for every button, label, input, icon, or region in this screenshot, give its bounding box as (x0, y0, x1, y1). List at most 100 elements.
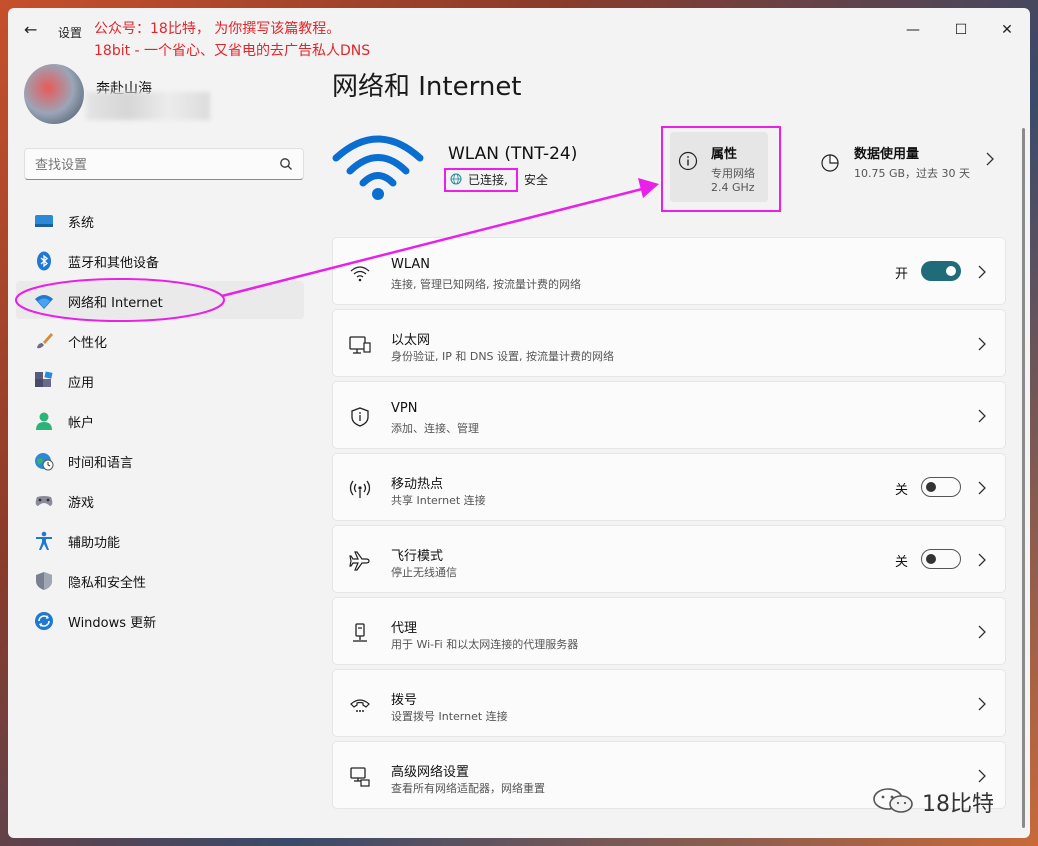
sidebar-item-gaming[interactable]: 游戏 (16, 481, 304, 519)
sidebar-item-label: 系统 (68, 216, 95, 231)
data-usage-summary: 10.75 GB，过去 30 天 (854, 167, 971, 180)
row-proxy[interactable]: 代理 用于 Wi-Fi 和以太网连接的代理服务器 (332, 597, 1006, 665)
pie-chart-icon[interactable] (820, 152, 840, 172)
row-airplane-mode[interactable]: 飞行模式 停止无线通信 关 (332, 525, 1006, 593)
toggle-knob (926, 482, 936, 492)
sidebar-item-bluetooth[interactable]: 蓝牙和其他设备 (16, 241, 304, 279)
row-title: 以太网 (391, 333, 431, 348)
airplane-mode-toggle[interactable] (921, 549, 961, 569)
chevron-right-icon[interactable] (984, 152, 996, 166)
wlan-toggle[interactable] (921, 261, 961, 281)
hotspot-toggle[interactable] (921, 477, 961, 497)
row-title: VPN (391, 401, 418, 416)
brush-icon (37, 333, 53, 349)
sidebar-item-label: 网络和 Internet (68, 296, 163, 311)
status-connected: 已连接, (468, 173, 508, 187)
row-subtitle: 查看所有网络适配器，网络重置 (391, 782, 545, 795)
sidebar-item-privacy[interactable]: 隐私和安全性 (16, 561, 304, 599)
sidebar-nav: 系统 蓝牙和其他设备 网络和 Internet 个性化 应用 帐户 时间和语言 … (16, 201, 304, 641)
vpn-shield-icon (351, 407, 369, 427)
wifi-icon (350, 266, 370, 282)
maximize-button[interactable]: ☐ (946, 16, 976, 44)
chevron-right-icon (978, 553, 986, 567)
row-vpn[interactable]: VPN 添加、连接、管理 (332, 381, 1006, 449)
advanced-network-icon (350, 767, 370, 787)
search-box[interactable] (24, 148, 304, 180)
info-icon (678, 151, 698, 171)
status-secure: 安全 (524, 173, 549, 187)
watermark-text: 18比特 (922, 792, 994, 817)
properties-title: 属性 (711, 147, 738, 162)
row-subtitle: 连接, 管理已知网络, 按流量计费的网络 (391, 278, 581, 291)
row-mobile-hotspot[interactable]: 移动热点 共享 Internet 连接 关 (332, 453, 1006, 521)
data-usage-title[interactable]: 数据使用量 (854, 143, 919, 162)
row-title: 飞行模式 (391, 549, 444, 564)
back-arrow-icon[interactable]: ← (24, 22, 40, 38)
ethernet-icon (349, 336, 371, 354)
row-dialup[interactable]: 拨号 设置拨号 Internet 连接 (332, 669, 1006, 737)
network-ssid: WLAN (TNT-24) (448, 144, 578, 164)
proxy-icon (353, 623, 367, 642)
network-settings-list: WLAN 连接, 管理已知网络, 按流量计费的网络 开 以太网 身份验证, IP… (332, 237, 1006, 813)
chevron-right-icon (978, 337, 986, 351)
shield-icon (36, 572, 52, 590)
chevron-right-icon (978, 769, 986, 783)
chevron-right-icon (978, 625, 986, 639)
row-subtitle: 添加、连接、管理 (391, 422, 479, 435)
row-wlan[interactable]: WLAN 连接, 管理已知网络, 按流量计费的网络 开 (332, 237, 1006, 305)
sidebar-item-label: 时间和语言 (68, 456, 134, 471)
row-title: 拨号 (391, 693, 418, 708)
user-email-blurred (86, 92, 210, 120)
scrollbar[interactable] (1022, 128, 1025, 828)
toggle-knob (946, 266, 956, 276)
airplane-icon (349, 551, 370, 571)
chevron-right-icon (978, 409, 986, 423)
gamepad-icon (35, 496, 53, 506)
annotation-line-1: 公众号：18比特， 为你撰写该篇教程。 (94, 21, 341, 37)
toggle-state-label: 关 (895, 483, 909, 498)
search-icon[interactable] (279, 157, 293, 171)
wifi-status-icon (332, 135, 424, 200)
sidebar-item-windows-update[interactable]: Windows 更新 (16, 601, 304, 639)
sidebar-item-accounts[interactable]: 帐户 (16, 401, 304, 439)
chevron-right-icon (978, 481, 986, 495)
wechat-icon (873, 788, 913, 813)
sidebar-item-label: 应用 (68, 376, 95, 391)
bluetooth-icon (37, 251, 51, 271)
sidebar-item-apps[interactable]: 应用 (16, 361, 304, 399)
sidebar-item-label: 帐户 (68, 416, 95, 431)
hotspot-icon (349, 480, 371, 498)
title-bar: ← 设置 公众号：18比特， 为你撰写该篇教程。 18bit - 一个省心、又省… (8, 8, 1030, 59)
row-title: WLAN (391, 257, 431, 272)
close-button[interactable]: ✕ (992, 16, 1022, 44)
minimize-button[interactable]: — (898, 16, 928, 44)
toggle-state-label: 关 (895, 555, 909, 570)
toggle-knob (926, 554, 936, 564)
sidebar-item-personalization[interactable]: 个性化 (16, 321, 304, 359)
sidebar-item-system[interactable]: 系统 (16, 201, 304, 239)
search-input[interactable] (35, 155, 265, 175)
settings-window: ← 设置 公众号：18比特， 为你撰写该篇教程。 18bit - 一个省心、又省… (8, 8, 1030, 838)
row-subtitle: 停止无线通信 (391, 566, 457, 579)
sidebar-item-network[interactable]: 网络和 Internet (16, 281, 304, 319)
globe-clock-icon (35, 453, 54, 471)
globe-icon (450, 173, 462, 185)
sidebar-item-label: 辅助功能 (68, 536, 121, 551)
sidebar-item-accessibility[interactable]: 辅助功能 (16, 521, 304, 559)
chevron-right-icon (978, 697, 986, 711)
avatar[interactable] (24, 64, 84, 124)
sidebar-item-label: 隐私和安全性 (68, 576, 147, 591)
apps-icon (35, 371, 53, 387)
row-title: 高级网络设置 (391, 765, 470, 780)
display-icon (35, 215, 53, 227)
accessibility-icon (36, 531, 52, 550)
row-title: 移动热点 (391, 477, 444, 492)
sidebar-item-label: 游戏 (68, 496, 95, 511)
row-subtitle: 用于 Wi-Fi 和以太网连接的代理服务器 (391, 638, 579, 651)
dialup-icon (350, 699, 370, 712)
row-ethernet[interactable]: 以太网 身份验证, IP 和 DNS 设置, 按流量计费的网络 (332, 309, 1006, 377)
person-icon (36, 412, 52, 430)
properties-network-type: 专用网络 (711, 167, 755, 180)
sidebar-item-time-language[interactable]: 时间和语言 (16, 441, 304, 479)
row-subtitle: 设置拨号 Internet 连接 (391, 710, 508, 723)
